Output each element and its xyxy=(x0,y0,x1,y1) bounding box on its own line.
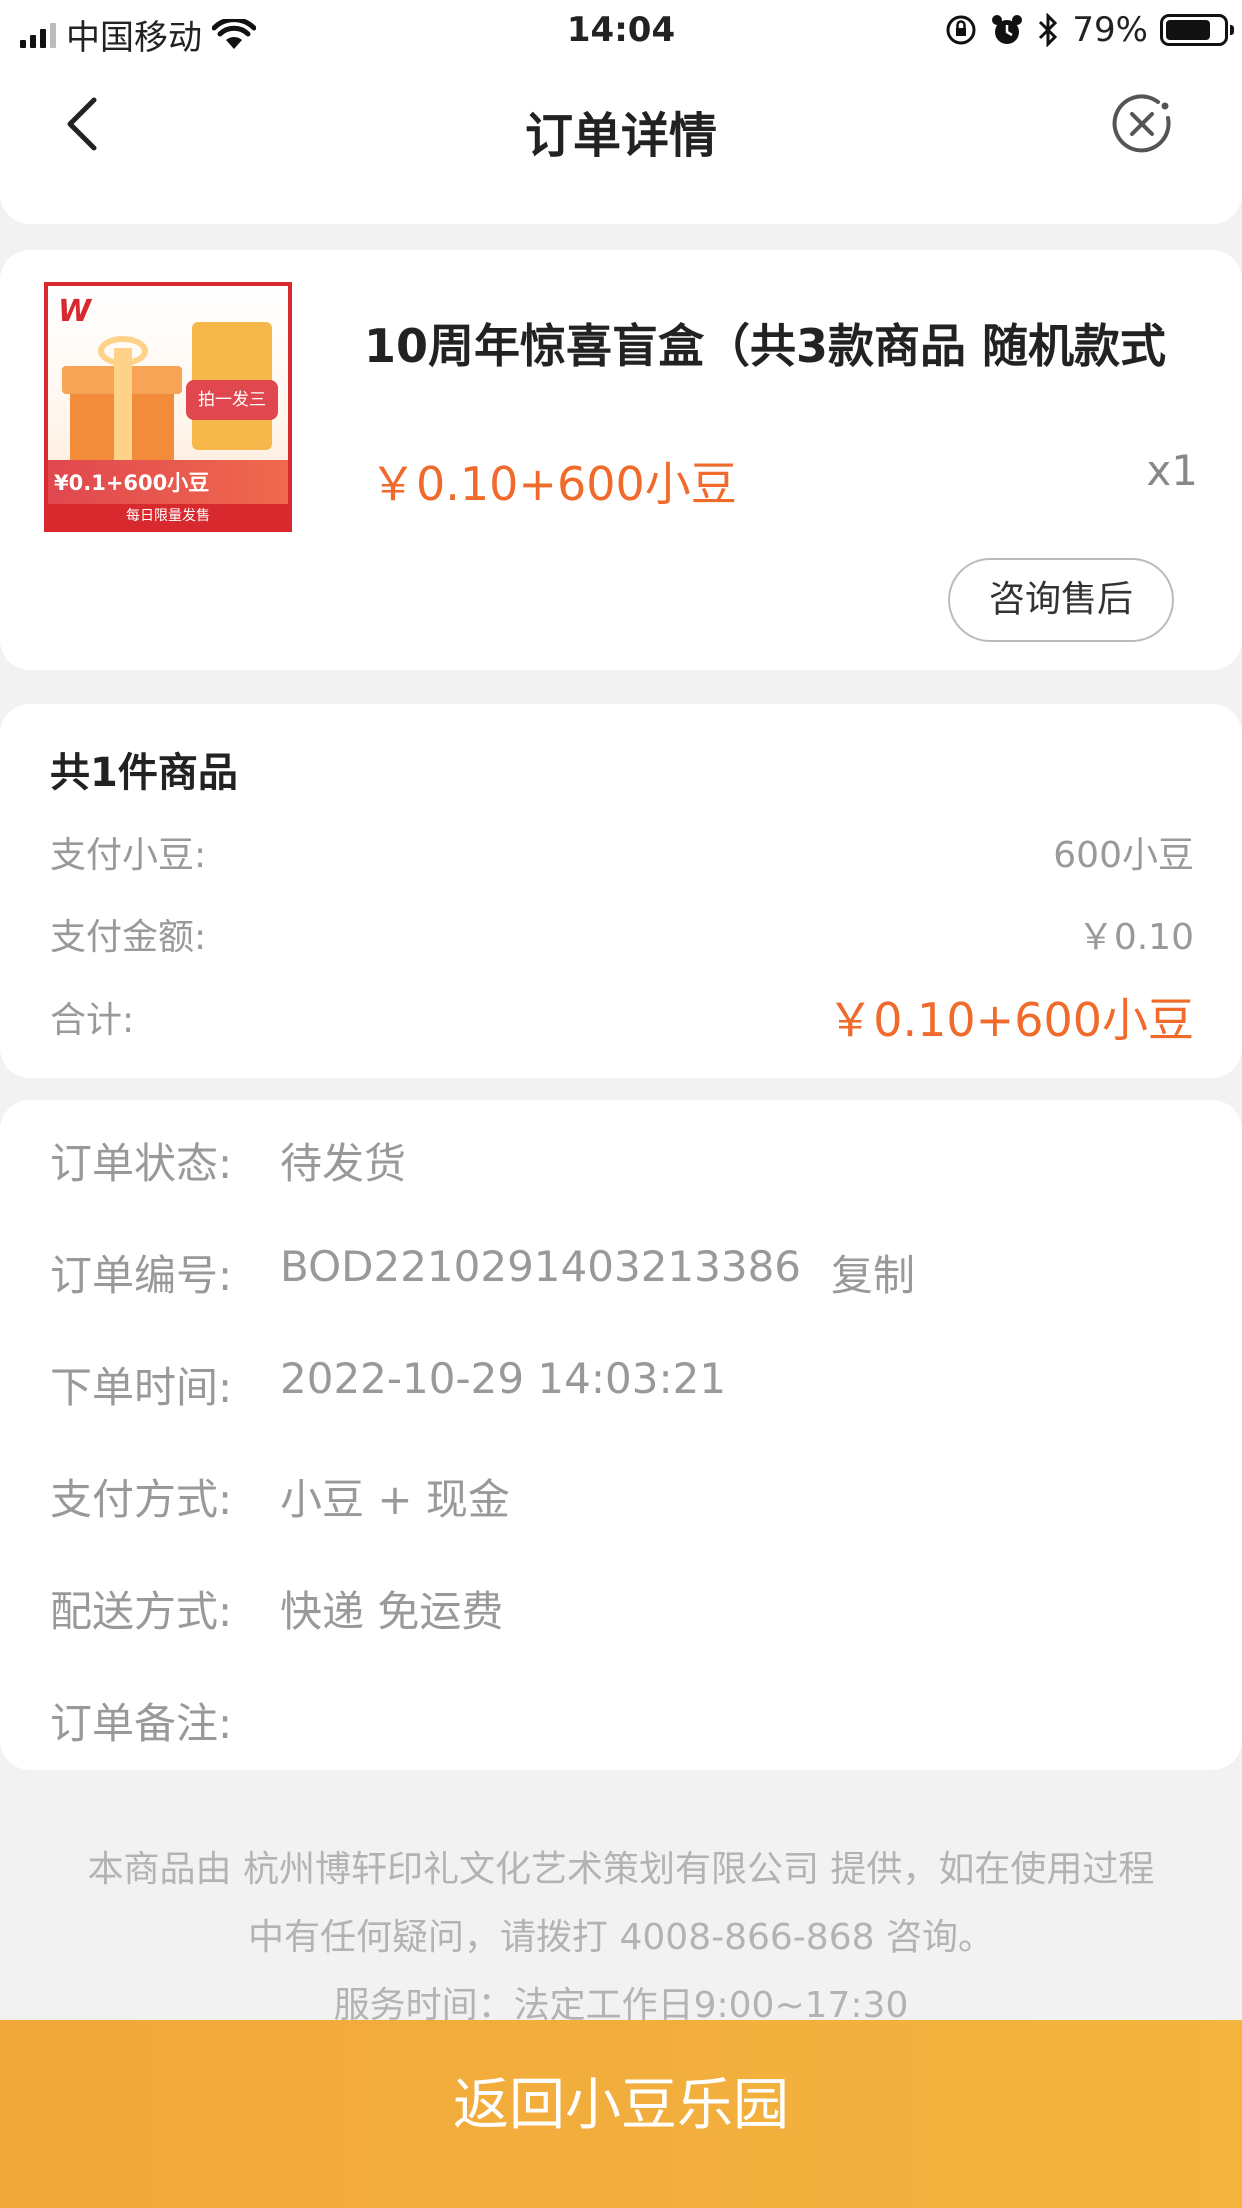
chevron-left-icon xyxy=(67,97,97,151)
summary-row-amount: 支付金额: ￥0.10 xyxy=(50,908,1194,960)
product-price: ￥0.10+600小豆 xyxy=(370,457,737,511)
info-value: 快递 免运费 xyxy=(280,1587,504,1636)
gift-ribbon xyxy=(114,348,132,474)
battery-icon xyxy=(1160,14,1234,46)
summary-row-total: 合计: ￥0.10+600小豆 xyxy=(50,984,1194,1050)
order-status-row: 订单状态: 待发货 xyxy=(50,1130,406,1191)
after-sales-button[interactable]: 咨询售后 xyxy=(948,558,1174,642)
status-bar: 中国移动 14:04 79% xyxy=(0,0,1242,62)
item-count-title: 共1件商品 xyxy=(50,750,238,796)
order-time-row: 下单时间: 2022-10-29 14:03:21 xyxy=(50,1354,726,1415)
info-value: 2022-10-29 14:03:21 xyxy=(280,1354,727,1403)
signal-icon xyxy=(20,22,56,48)
carrier-label: 中国移动 xyxy=(66,18,202,58)
status-left: 中国移动 xyxy=(20,10,256,59)
page-title: 订单详情 xyxy=(524,108,717,164)
status-right: 79% xyxy=(944,10,1234,50)
info-value: 待发货 xyxy=(280,1139,407,1188)
summary-value: 600小豆 xyxy=(1053,835,1194,876)
info-label: 订单编号: xyxy=(50,1251,233,1300)
order-info-card: 订单状态: 待发货 订单编号: BOD2210291403213386 复制 下… xyxy=(0,1100,1242,1770)
copy-button[interactable]: 复制 xyxy=(831,1242,915,1303)
thumbnail-bottom-text: 每日限量发售 xyxy=(48,504,288,528)
info-value: 小豆 + 现金 xyxy=(280,1475,510,1524)
summary-row-beans: 支付小豆: 600小豆 xyxy=(50,826,1194,878)
info-label: 订单备注: xyxy=(50,1699,233,1748)
back-button[interactable] xyxy=(52,92,112,156)
footer-line: 中有任何疑问，请拨打 4008-866-868 咨询。 xyxy=(248,1917,994,1958)
previous-card-bottom xyxy=(0,160,1242,224)
info-label: 配送方式: xyxy=(50,1587,233,1636)
payment-method-row: 支付方式: 小豆 + 现金 xyxy=(50,1466,510,1527)
rotation-lock-icon xyxy=(946,15,976,45)
summary-label: 合计: xyxy=(50,1000,135,1041)
return-to-park-button[interactable]: 返回小豆乐园 xyxy=(0,2020,1242,2208)
order-number-row: 订单编号: BOD2210291403213386 复制 xyxy=(50,1242,915,1303)
thumbnail-price: ¥0.1+600小豆 xyxy=(48,460,288,506)
summary-label: 支付小豆: xyxy=(50,835,207,876)
gift-bow xyxy=(98,336,148,366)
order-number-value: BOD2210291403213386 xyxy=(280,1242,802,1291)
close-circle-icon xyxy=(1112,94,1171,153)
info-label: 支付方式: xyxy=(50,1475,233,1524)
bluetooth-icon xyxy=(1039,13,1058,47)
footer-line: 本商品由 杭州博轩印礼文化艺术策划有限公司 提供，如在使用过程 xyxy=(87,1849,1155,1890)
summary-label: 支付金额: xyxy=(50,917,207,958)
payment-summary-card: 共1件商品 支付小豆: 600小豆 支付金额: ￥0.10 合计: ￥0.10+… xyxy=(0,704,1242,1078)
alarm-icon xyxy=(992,15,1023,44)
info-label: 下单时间: xyxy=(50,1363,233,1412)
order-remark-row: 订单备注: xyxy=(50,1690,280,1751)
summary-value: ￥0.10 xyxy=(1077,917,1194,958)
thumbnail-badge: 拍一发三 xyxy=(186,380,278,420)
total-value: ￥0.10+600小豆 xyxy=(827,993,1194,1047)
product-thumbnail[interactable]: W 拍一发三 ¥0.1+600小豆 每日限量发售 xyxy=(44,282,292,532)
product-card: W 拍一发三 ¥0.1+600小豆 每日限量发售 10周年惊喜盲盒（共3款商品 … xyxy=(0,250,1242,670)
product-title[interactable]: 10周年惊喜盲盒（共3款商品 随机款式 xyxy=(364,310,1204,376)
info-label: 订单状态: xyxy=(50,1139,233,1188)
close-button[interactable] xyxy=(1110,92,1174,156)
brand-logo: W xyxy=(58,294,92,329)
battery-percent: 79% xyxy=(1072,10,1148,50)
product-quantity: x1 xyxy=(1146,446,1198,495)
wifi-icon xyxy=(212,18,256,49)
delivery-method-row: 配送方式: 快递 免运费 xyxy=(50,1578,503,1639)
footer-note: 本商品由 杭州博轩印礼文化艺术策划有限公司 提供，如在使用过程 中有任何疑问，请… xyxy=(40,1836,1202,2040)
